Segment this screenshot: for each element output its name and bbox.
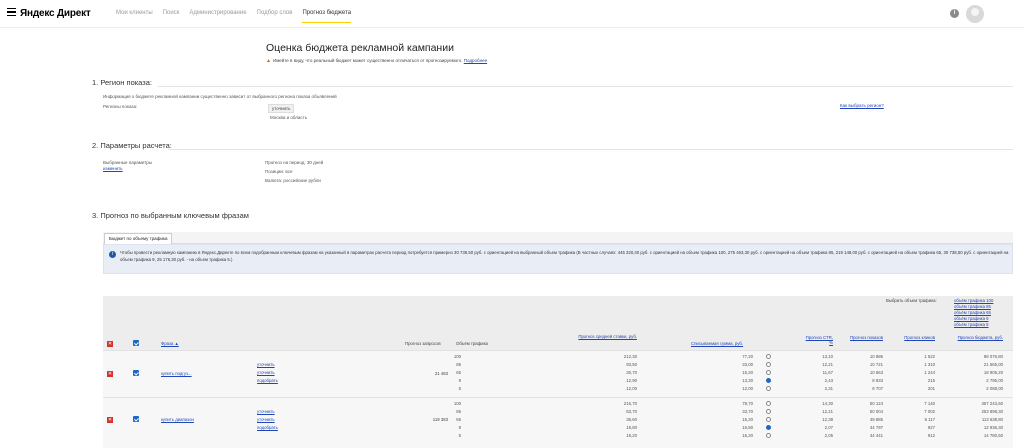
positions-value: Позиции: все xyxy=(265,169,293,174)
refine-link[interactable]: уточнить xyxy=(257,417,275,422)
ctr-values: 13,10 12,21 11,67 2,43 2,31 xyxy=(822,354,833,391)
menu-icon[interactable] xyxy=(7,8,16,16)
col-charge[interactable]: Списываемая сумма, руб. xyxy=(691,341,743,346)
col-budget[interactable]: Прогноз бюджета, руб. xyxy=(953,335,1003,340)
main-nav: Мои клиенты Поиск Администрирование Подб… xyxy=(116,10,352,23)
avatar[interactable] xyxy=(966,5,984,23)
col-traffic: Объём трафика xyxy=(456,341,488,346)
shows-values: 10 886 10 721 10 663 8 833 8 707 xyxy=(869,354,883,391)
warning-icon: ▲ xyxy=(266,58,271,64)
nav-budget-forecast[interactable]: Прогноз бюджета xyxy=(302,10,352,23)
traffic-radio[interactable] xyxy=(766,362,771,367)
col-phrase[interactable]: Фраза ▲ xyxy=(161,341,179,346)
requests-value: 21 483 xyxy=(434,371,448,376)
clicks-values: 1 522 1 310 1 244 215 201 xyxy=(924,354,935,391)
charge-values: 78,70 33,70 15,20 16,80 16,20 xyxy=(742,401,753,438)
section-forecast-heading: 3. Прогноз по выбранным ключевым фразам xyxy=(92,211,249,220)
traffic-radio[interactable] xyxy=(766,354,771,359)
table-header: Выбрать объем трафика: объём трафика 100… xyxy=(103,296,1013,350)
currency-value: Валюта: российские рубли xyxy=(265,178,321,183)
budget-values: 357 243,60 253 898,30 113 638,80 12 936,30 1… xyxy=(981,401,1003,438)
nav-admin[interactable]: Администрирование xyxy=(189,10,246,23)
traffic-radio[interactable] xyxy=(766,409,771,414)
traffic-link-5[interactable]: объём трафика 5 xyxy=(954,322,989,327)
traffic-radio[interactable] xyxy=(766,417,771,422)
traffic-radio-selected[interactable] xyxy=(766,425,771,430)
warning-note: ▲ Имейте в виду, что реальный бюджет може… xyxy=(266,58,488,64)
nav-wordstat[interactable]: Подбор слов xyxy=(257,10,293,23)
shows-values: 50 124 50 004 49 885 44 797 44 441 xyxy=(869,401,883,438)
divider xyxy=(158,86,1013,87)
traffic-values: 100 85 65 9 5 xyxy=(453,354,461,391)
traffic-link-65[interactable]: объём трафика 65 xyxy=(954,310,991,315)
divider xyxy=(168,149,1013,150)
selected-params-label: Выбранные параметры xyxy=(103,160,152,165)
traffic-link-9[interactable]: объём трафика 9 xyxy=(954,316,989,321)
row-separator xyxy=(103,397,1013,398)
refine-link[interactable]: уточнить xyxy=(257,409,275,414)
tab-budget-by-traffic[interactable]: Бюджет по объему трафика xyxy=(104,233,173,244)
col-shows[interactable]: Прогноз показов xyxy=(847,335,883,340)
nav-my-clients[interactable]: Мои клиенты xyxy=(116,10,153,23)
bid-values: 212,30 93,50 30,70 12,90 12,00 xyxy=(623,354,637,391)
region-refine-button[interactable]: уточнить xyxy=(268,104,295,113)
delete-row-icon[interactable]: ✕ xyxy=(107,417,113,423)
col-bid[interactable]: Прогноз средней ставки, руб. xyxy=(563,334,637,339)
traffic-link-85[interactable]: объём трафика 85 xyxy=(954,304,991,309)
logo[interactable]: Яндекс Директ xyxy=(20,8,91,19)
delete-all-icon[interactable]: ✕ xyxy=(107,341,113,347)
section-params-heading: 2. Параметры расчета: xyxy=(92,141,172,150)
select-all-checkbox[interactable] xyxy=(133,340,139,346)
forecast-tabs: Бюджет по объему трафика xyxy=(103,232,1013,244)
phrase-link[interactable]: купить диапазон xyxy=(161,417,194,422)
traffic-radio-selected[interactable] xyxy=(766,378,771,383)
region-label: Регионы показа: xyxy=(103,104,138,109)
bid-values: 216,70 83,70 36,60 16,80 16,20 xyxy=(623,401,637,438)
traffic-radio[interactable] xyxy=(766,433,771,438)
forecast-table: Выбрать объем трафика: объём трафика 100… xyxy=(103,296,1013,448)
page-title: Оценка бюджета рекламной кампании xyxy=(266,42,454,54)
change-params-link[interactable]: изменить xyxy=(103,166,123,171)
charge-values: 77,20 33,00 15,20 13,30 12,00 xyxy=(742,354,753,391)
pick-link[interactable]: подобрать xyxy=(257,378,278,383)
traffic-radio[interactable] xyxy=(766,386,771,391)
period-value: Прогноз на период: 30 дней xyxy=(265,160,324,165)
clicks-values: 7 140 7 002 6 117 927 912 xyxy=(924,401,935,438)
delete-row-icon[interactable]: ✕ xyxy=(107,371,113,377)
section-region-heading: 1. Регион показа: xyxy=(92,78,152,87)
pick-link[interactable]: подобрать xyxy=(257,425,278,430)
col-requests: Прогноз запросов xyxy=(405,341,441,346)
traffic-select-label: Выбрать объем трафика: xyxy=(886,298,937,303)
traffic-radio[interactable] xyxy=(766,401,771,406)
nav-search[interactable]: Поиск xyxy=(163,10,180,23)
ctr-values: 14,30 12,21 12,38 2,07 2,05 xyxy=(822,401,833,438)
how-choose-region-link[interactable]: Как выбрать регион? xyxy=(840,103,884,108)
traffic-values: 100 85 65 9 5 xyxy=(453,401,461,438)
col-clicks[interactable]: Прогноз кликов xyxy=(899,335,935,340)
refine-link[interactable]: уточнить xyxy=(257,362,275,367)
region-note: Информация о бюджете рекламной кампании … xyxy=(103,94,337,99)
traffic-link-100[interactable]: объём трафика 100 xyxy=(954,298,993,303)
row-checkbox[interactable] xyxy=(133,416,139,422)
traffic-radio[interactable] xyxy=(766,370,771,375)
top-bar: Яндекс Директ Мои клиенты Поиск Админист… xyxy=(0,0,1024,28)
requests-value: 119 383 xyxy=(432,417,448,422)
forecast-info-box: i Чтобы провести рекламную кампанию в Ян… xyxy=(103,244,1013,274)
phrase-link[interactable]: купить подгуз... xyxy=(161,371,192,376)
forecast-info-text: Чтобы провести рекламную кампанию в Янде… xyxy=(120,250,1009,262)
budget-values: 88 076,80 21 565,00 18 905,20 2 795,00 2 088… xyxy=(983,354,1003,391)
col-ctr[interactable]: Прогноз CTR, % xyxy=(803,335,833,345)
info-icon: i xyxy=(109,251,116,258)
more-link[interactable]: Подробнее xyxy=(464,58,487,63)
refine-link[interactable]: уточнить xyxy=(257,370,275,375)
row-separator xyxy=(103,350,1013,351)
region-value: Москва и область xyxy=(270,115,308,120)
row-checkbox[interactable] xyxy=(133,370,139,376)
info-icon[interactable]: i xyxy=(950,9,959,18)
